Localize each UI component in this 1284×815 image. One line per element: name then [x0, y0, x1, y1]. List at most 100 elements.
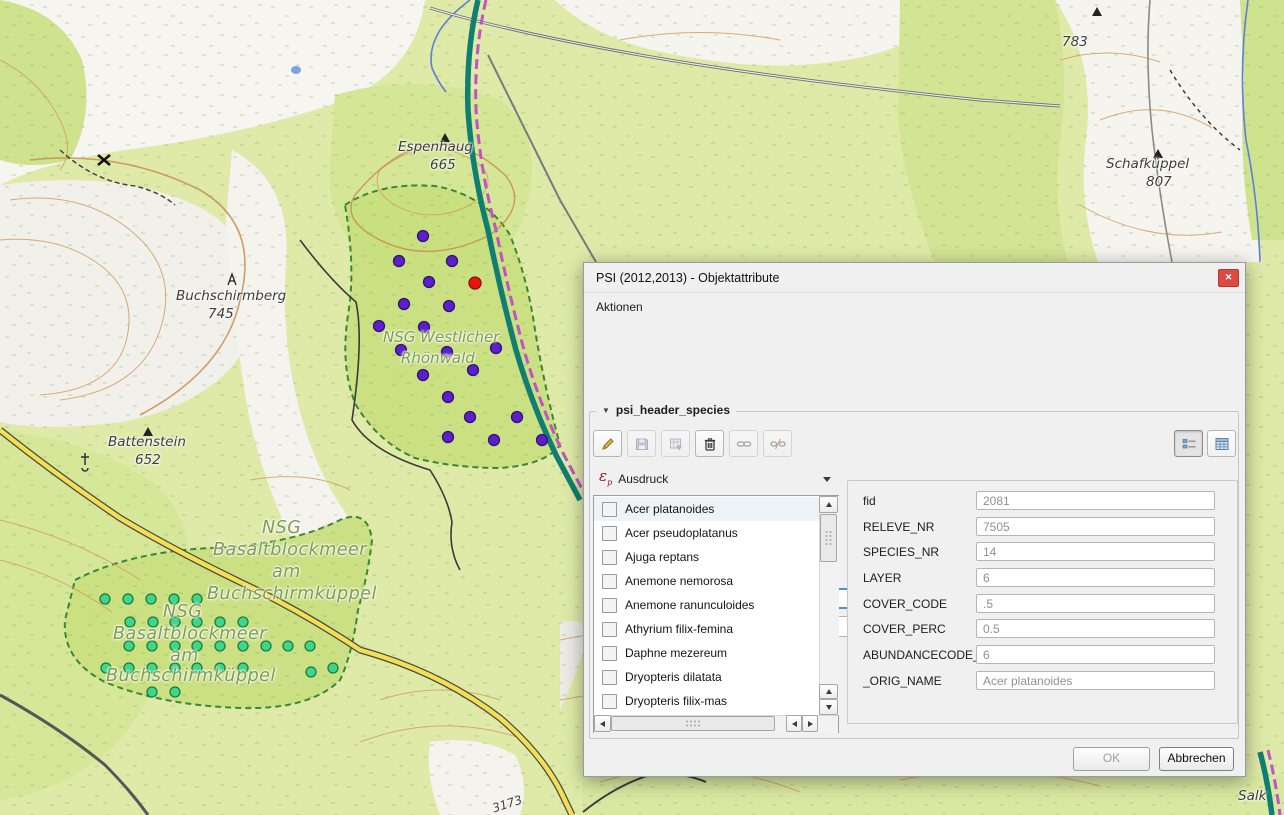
save-edits-button[interactable] — [627, 430, 656, 457]
survey-point-green[interactable] — [146, 594, 156, 604]
survey-point-green[interactable] — [328, 663, 338, 673]
add-feature-button[interactable] — [661, 430, 690, 457]
species-row[interactable]: Ajuga reptans — [594, 545, 819, 569]
species-row[interactable]: Acer platanoides — [594, 497, 819, 521]
survey-point-purple[interactable] — [399, 299, 410, 310]
form-view-button[interactable] — [1174, 430, 1203, 457]
table-view-button[interactable] — [1207, 430, 1236, 457]
species-row[interactable]: Anemone nemorosa — [594, 569, 819, 593]
survey-point-green[interactable] — [123, 594, 133, 604]
scroll-left-button[interactable] — [594, 715, 611, 732]
species-checkbox[interactable] — [602, 622, 617, 637]
survey-point-green[interactable] — [125, 617, 135, 627]
survey-point-purple[interactable] — [465, 412, 476, 423]
collapse-arrow-icon[interactable]: ▼ — [602, 406, 610, 415]
relation-header[interactable]: ▼ psi_header_species — [596, 403, 736, 417]
scroll-down-button[interactable] — [819, 699, 838, 715]
h-scrollbar-thumb[interactable] — [611, 716, 775, 731]
layer-input[interactable] — [976, 568, 1215, 587]
cover-code-input[interactable] — [976, 594, 1215, 613]
species-row[interactable]: Acer pseudoplatanus — [594, 521, 819, 545]
survey-point-purple[interactable] — [419, 322, 430, 333]
survey-point-green[interactable] — [215, 663, 225, 673]
survey-point-green[interactable] — [238, 663, 248, 673]
species-checkbox[interactable] — [602, 502, 617, 517]
link-feature-button[interactable] — [729, 430, 758, 457]
survey-point-green[interactable] — [169, 594, 179, 604]
species-nr-input[interactable] — [976, 542, 1215, 561]
scroll-up-button-2[interactable] — [819, 684, 838, 699]
survey-point-green[interactable] — [306, 667, 316, 677]
survey-point-purple[interactable] — [447, 256, 458, 267]
survey-point-green[interactable] — [170, 617, 180, 627]
survey-point-purple[interactable] — [442, 347, 453, 358]
survey-point-green[interactable] — [261, 641, 271, 651]
survey-point-green[interactable] — [170, 641, 180, 651]
unlink-feature-button[interactable] — [763, 430, 792, 457]
survey-point-selected[interactable] — [469, 277, 481, 289]
survey-point-green[interactable] — [124, 663, 134, 673]
species-checkbox[interactable] — [602, 550, 617, 565]
survey-point-purple[interactable] — [489, 435, 500, 446]
cancel-button[interactable]: Abbrechen — [1159, 747, 1234, 771]
survey-point-purple[interactable] — [394, 256, 405, 267]
survey-point-green[interactable] — [170, 663, 180, 673]
survey-point-green[interactable] — [283, 641, 293, 651]
survey-point-green[interactable] — [215, 641, 225, 651]
toggle-edit-button[interactable] — [593, 430, 622, 457]
map-canvas[interactable]: Espenhaug665Buchschirmberg745NSG Westlic… — [0, 0, 1284, 815]
survey-point-green[interactable] — [147, 687, 157, 697]
scroll-left-button-2[interactable] — [786, 715, 802, 732]
survey-point-green[interactable] — [305, 641, 315, 651]
survey-point-green[interactable] — [192, 663, 202, 673]
species-checkbox[interactable] — [602, 574, 617, 589]
survey-point-purple[interactable] — [444, 301, 455, 312]
survey-point-green[interactable] — [238, 617, 248, 627]
expression-dropdown-icon[interactable] — [823, 477, 831, 482]
species-row[interactable]: Dryopteris filix-mas — [594, 689, 819, 713]
survey-point-green[interactable] — [124, 641, 134, 651]
survey-point-green[interactable] — [101, 663, 111, 673]
survey-point-green[interactable] — [192, 594, 202, 604]
species-checkbox[interactable] — [602, 694, 617, 709]
species-checkbox[interactable] — [602, 670, 617, 685]
fid-input[interactable] — [976, 491, 1215, 510]
cover-perc-input[interactable] — [976, 619, 1215, 638]
close-button[interactable]: ✕ — [1218, 269, 1239, 287]
survey-point-purple[interactable] — [443, 392, 454, 403]
survey-point-green[interactable] — [238, 641, 248, 651]
survey-point-green[interactable] — [100, 594, 110, 604]
species-row[interactable]: Athyrium filix-femina — [594, 617, 819, 641]
survey-point-purple[interactable] — [396, 345, 407, 356]
survey-point-green[interactable] — [192, 617, 202, 627]
survey-point-purple[interactable] — [374, 321, 385, 332]
species-checkbox[interactable] — [602, 646, 617, 661]
releve-nr-detail-input[interactable] — [976, 517, 1215, 536]
abundancecode-input[interactable] — [976, 645, 1215, 664]
survey-point-green[interactable] — [215, 617, 225, 627]
expression-filter[interactable]: εp Ausdruck — [599, 468, 837, 490]
v-scrollbar-thumb[interactable] — [820, 514, 837, 562]
species-checkbox[interactable] — [602, 526, 617, 541]
species-row[interactable]: Dryopteris dilatata — [594, 665, 819, 689]
orig-name-input[interactable] — [976, 671, 1215, 690]
species-checkbox[interactable] — [602, 598, 617, 613]
survey-point-purple[interactable] — [468, 365, 479, 376]
survey-point-purple[interactable] — [418, 370, 429, 381]
survey-point-purple[interactable] — [537, 435, 548, 446]
survey-point-green[interactable] — [148, 617, 158, 627]
survey-point-green[interactable] — [170, 687, 180, 697]
ok-button[interactable]: OK — [1073, 747, 1150, 771]
survey-point-purple[interactable] — [491, 343, 502, 354]
survey-point-purple[interactable] — [424, 277, 435, 288]
scroll-up-button[interactable] — [819, 496, 838, 513]
survey-point-purple[interactable] — [512, 412, 523, 423]
survey-point-green[interactable] — [147, 663, 157, 673]
species-row[interactable]: Anemone ranunculoides — [594, 593, 819, 617]
dialog-titlebar[interactable]: PSI (2012,2013) - Objektattribute ✕ — [584, 263, 1245, 293]
delete-feature-button[interactable] — [695, 430, 724, 457]
survey-point-green[interactable] — [192, 641, 202, 651]
survey-point-green[interactable] — [147, 641, 157, 651]
survey-point-purple[interactable] — [418, 231, 429, 242]
scroll-right-button[interactable] — [802, 715, 818, 732]
